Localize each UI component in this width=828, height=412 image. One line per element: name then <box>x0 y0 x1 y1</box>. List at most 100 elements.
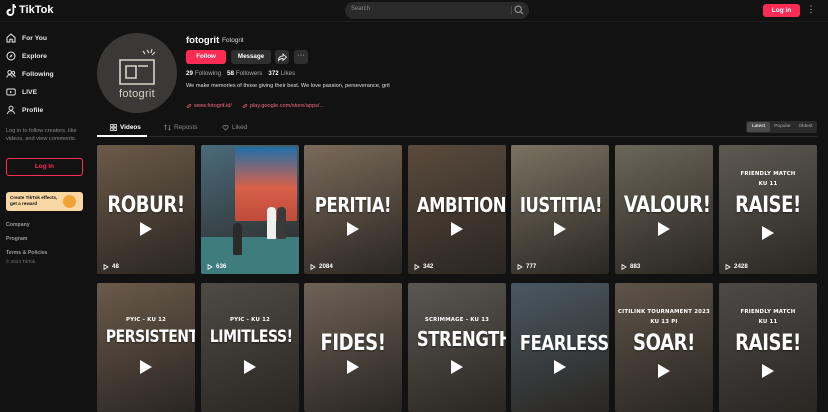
search-divider <box>511 6 512 15</box>
video-card[interactable]: PERITIA! 2084 <box>304 145 402 274</box>
lock-heart-icon <box>222 125 229 131</box>
sort-latest[interactable]: Latest <box>747 122 770 132</box>
play-icon <box>347 360 359 374</box>
followers-label: Followers <box>235 70 263 77</box>
likes-stat: 372 Likes <box>268 70 295 77</box>
video-card[interactable]: FRIENDLY MATCH KU 11 RAISE! <box>719 283 817 412</box>
copyright-text: © 2024 TikTok <box>6 259 36 264</box>
sidebar-item-label: Profile <box>22 106 44 114</box>
video-card[interactable]: 636 <box>201 145 299 274</box>
video-card[interactable]: IUSTITIA! 777 <box>511 145 609 274</box>
sidebar-item-profile[interactable]: Profile <box>6 105 43 115</box>
video-subtitle: PYIC - KU 12 <box>125 317 167 323</box>
video-title-text: LIMITLESS! <box>209 327 293 347</box>
video-subtitle: KU 11 <box>758 319 778 325</box>
follow-button[interactable]: Follow <box>186 50 226 64</box>
video-card[interactable]: PYIC - KU 12 PERSISTENT! <box>97 283 195 412</box>
profile-more-button[interactable]: ··· <box>294 50 308 64</box>
footer-link-company[interactable]: Company <box>6 222 30 228</box>
play-outline-icon <box>517 263 523 270</box>
avatar: fotogrit <box>97 33 177 113</box>
video-title-text: AMBITION! <box>416 193 506 217</box>
effects-banner[interactable]: Create TikTok effects, get a reward <box>6 192 83 211</box>
sidebar-login-button[interactable]: Log in <box>6 158 83 176</box>
tab-label: Liked <box>232 124 248 131</box>
play-outline-icon <box>621 263 627 270</box>
camera-logo-icon <box>119 48 156 85</box>
play-icon <box>451 222 463 236</box>
video-title-text: RAISE! <box>735 331 801 356</box>
search-bar[interactable]: Search <box>345 2 529 19</box>
video-card[interactable]: FIDES! <box>304 283 402 412</box>
coin-icon <box>63 195 76 208</box>
video-card[interactable]: VALOUR! 883 <box>615 145 713 274</box>
footer-link-program[interactable]: Program <box>6 236 27 242</box>
website-link-text: www.fotogrit.id/ <box>194 103 232 109</box>
view-count: 2428 <box>725 263 748 270</box>
repost-icon <box>164 124 171 131</box>
video-card[interactable]: SCRIMMAGE - KU 13 STRENGTH! <box>408 283 506 412</box>
thumbnail-person <box>267 207 276 239</box>
effects-banner-text: Create TikTok effects, get a reward <box>10 195 58 206</box>
tab-videos[interactable]: Videos <box>110 124 141 131</box>
share-button[interactable] <box>275 50 289 64</box>
website-link[interactable]: www.fotogrit.id/ <box>186 103 232 109</box>
sidebar-item-following[interactable]: Following <box>6 69 54 79</box>
following-stat[interactable]: 29 Following <box>186 70 221 77</box>
play-outline-icon <box>207 263 213 270</box>
tab-reposts[interactable]: Reposts <box>164 124 197 131</box>
sort-popular[interactable]: Popular <box>771 121 794 133</box>
live-icon <box>6 88 16 96</box>
sidebar-item-for-you[interactable]: For You <box>6 33 47 43</box>
view-count-text: 342 <box>423 263 434 270</box>
tiktok-logo[interactable]: TikTok <box>6 4 53 16</box>
tab-label: Videos <box>120 124 141 131</box>
view-count-text: 2084 <box>319 263 333 270</box>
playstore-link-text: play.google.com/store/apps/... <box>249 103 325 109</box>
video-title-text: FIDES! <box>320 331 386 356</box>
following-label: Following <box>194 70 222 77</box>
video-card[interactable]: PYIC - KU 12 LIMITLESS! <box>201 283 299 412</box>
profile-links: www.fotogrit.id/ play.google.com/store/a… <box>186 103 324 109</box>
video-card[interactable]: CITILINK TOURNAMENT 2023 KU 13 PI SOAR! <box>615 283 713 412</box>
login-button[interactable]: Log in <box>763 4 800 17</box>
view-count-text: 48 <box>112 263 119 270</box>
share-icon <box>278 52 288 62</box>
sidebar-item-live[interactable]: LIVE <box>6 87 37 97</box>
search-icon[interactable] <box>513 4 525 16</box>
profile-stats: 29 Following 58 Followers 372 Likes <box>186 70 295 77</box>
view-count-text: 2428 <box>734 263 748 270</box>
video-card[interactable]: FRIENDLY MATCH KU 11 RAISE! 2428 <box>719 145 817 274</box>
more-options-icon[interactable]: ⋮ <box>806 4 816 17</box>
view-count: 342 <box>414 263 433 270</box>
following-icon <box>6 70 16 78</box>
play-outline-icon <box>725 263 731 270</box>
sort-oldest[interactable]: Oldest <box>794 121 817 133</box>
search-input[interactable]: Search <box>351 6 370 12</box>
play-icon <box>140 360 152 374</box>
video-subtitle: KU 11 <box>758 181 778 187</box>
view-count-text: 777 <box>526 263 537 270</box>
video-thumbnail <box>201 283 299 412</box>
home-icon <box>6 33 16 43</box>
tab-liked[interactable]: Liked <box>222 124 247 131</box>
playstore-link[interactable]: play.google.com/store/apps/... <box>242 103 324 109</box>
video-card[interactable]: ROBUR! 48 <box>97 145 195 274</box>
footer-link-terms[interactable]: Terms & Policies <box>6 250 47 256</box>
sidebar-item-explore[interactable]: Explore <box>6 51 47 61</box>
sort-toggle: Latest Popular Oldest <box>746 121 817 133</box>
video-subtitle: CITILINK TOURNAMENT 2023 <box>617 309 711 315</box>
video-thumbnail <box>97 283 195 412</box>
sidebar-item-label: Following <box>22 70 54 78</box>
compass-icon <box>6 51 16 61</box>
play-icon <box>554 360 566 374</box>
video-card[interactable]: FEARLESS <box>511 283 609 412</box>
video-card[interactable]: AMBITION! 342 <box>408 145 506 274</box>
play-icon <box>244 360 256 374</box>
video-subtitle: FRIENDLY MATCH <box>740 309 796 315</box>
message-button[interactable]: Message <box>231 50 271 64</box>
video-title-text: PERSISTENT! <box>105 327 195 347</box>
video-title-text: PERITIA! <box>314 193 392 217</box>
followers-stat[interactable]: 58 Followers <box>227 70 262 77</box>
video-title-text: ROBUR! <box>107 193 185 218</box>
